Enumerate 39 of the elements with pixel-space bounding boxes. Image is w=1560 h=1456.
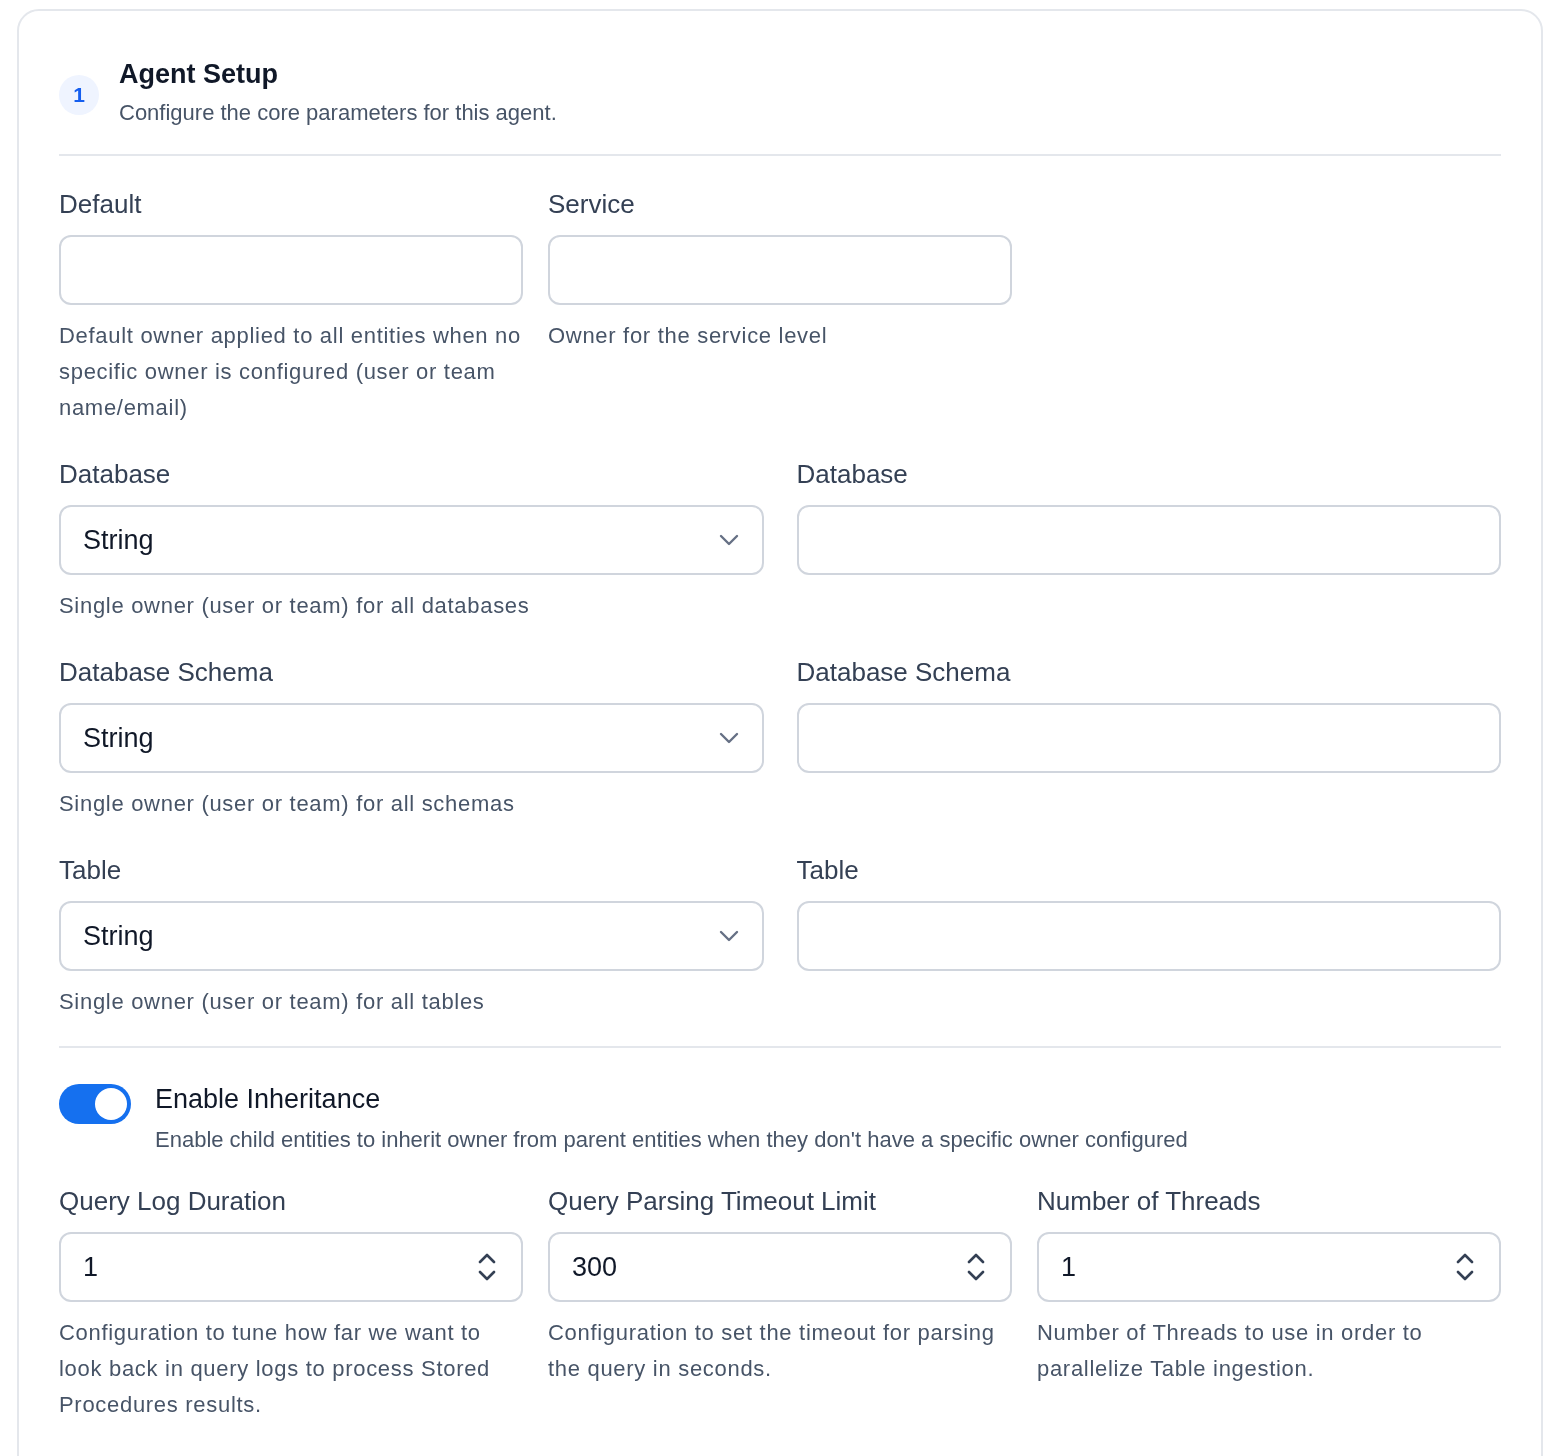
select-field[interactable]: String (59, 505, 764, 575)
help-text: Configuration to set the timeout for parsing the query in seconds. (548, 1319, 996, 1383)
number-field[interactable]: 1 (1037, 1232, 1501, 1302)
section-subtitle: Configure the core parameters for this agent. (119, 100, 557, 126)
chevron-down-icon (717, 731, 740, 745)
field-label: Query Parsing Timeout Limit (548, 1185, 877, 1217)
toggle-description: Enable child entities to inherit owner from parent entities when they don't have a specific owner configured (155, 1127, 1188, 1153)
field-label: Database Schema (796, 656, 1012, 688)
help-text: Single owner (user or team) for all databases (59, 592, 531, 620)
help-text: Number of Threads to use in order to parallelize Table ingestion. (1037, 1319, 1424, 1383)
input-field[interactable] (796, 703, 1501, 773)
field-label: Database (796, 458, 909, 490)
field-label: Service (548, 188, 636, 220)
input-field[interactable] (59, 235, 523, 305)
field-label: Query Log Duration (59, 1185, 287, 1217)
select-field[interactable]: String (59, 703, 764, 773)
toggle-label: Enable Inheritance (155, 1084, 382, 1115)
help-text: Single owner (user or team) for all schemas (59, 790, 516, 818)
field-label: Default (59, 188, 143, 220)
help-text: Configuration to tune how far we want to look back in query logs to process Stored Procedures results. (59, 1319, 492, 1419)
field-label: Database (59, 458, 172, 490)
number-field[interactable]: 1 (59, 1232, 523, 1302)
chevron-down-icon (717, 533, 740, 547)
help-text: Single owner (user or team) for all tables (59, 988, 486, 1016)
select-field[interactable]: String (59, 901, 764, 971)
input-field[interactable] (548, 235, 1012, 305)
input-field[interactable] (796, 901, 1501, 971)
field-label: Database Schema (59, 656, 274, 688)
step-number: 1 (59, 75, 99, 115)
help-text: Default owner applied to all entities when no specific owner is configured (user or team name/email) (59, 322, 522, 422)
chevron-down-icon (717, 929, 740, 943)
help-text: Owner for the service level (548, 322, 829, 350)
input-field[interactable] (796, 505, 1501, 575)
field-label: Table (59, 854, 123, 886)
number-field[interactable]: 300 (548, 1232, 1012, 1302)
section-title: Agent Setup (119, 59, 279, 90)
field-label: Table (796, 854, 860, 886)
field-label: Number of Threads (1037, 1185, 1262, 1217)
toggle-switch[interactable] (59, 1084, 131, 1124)
